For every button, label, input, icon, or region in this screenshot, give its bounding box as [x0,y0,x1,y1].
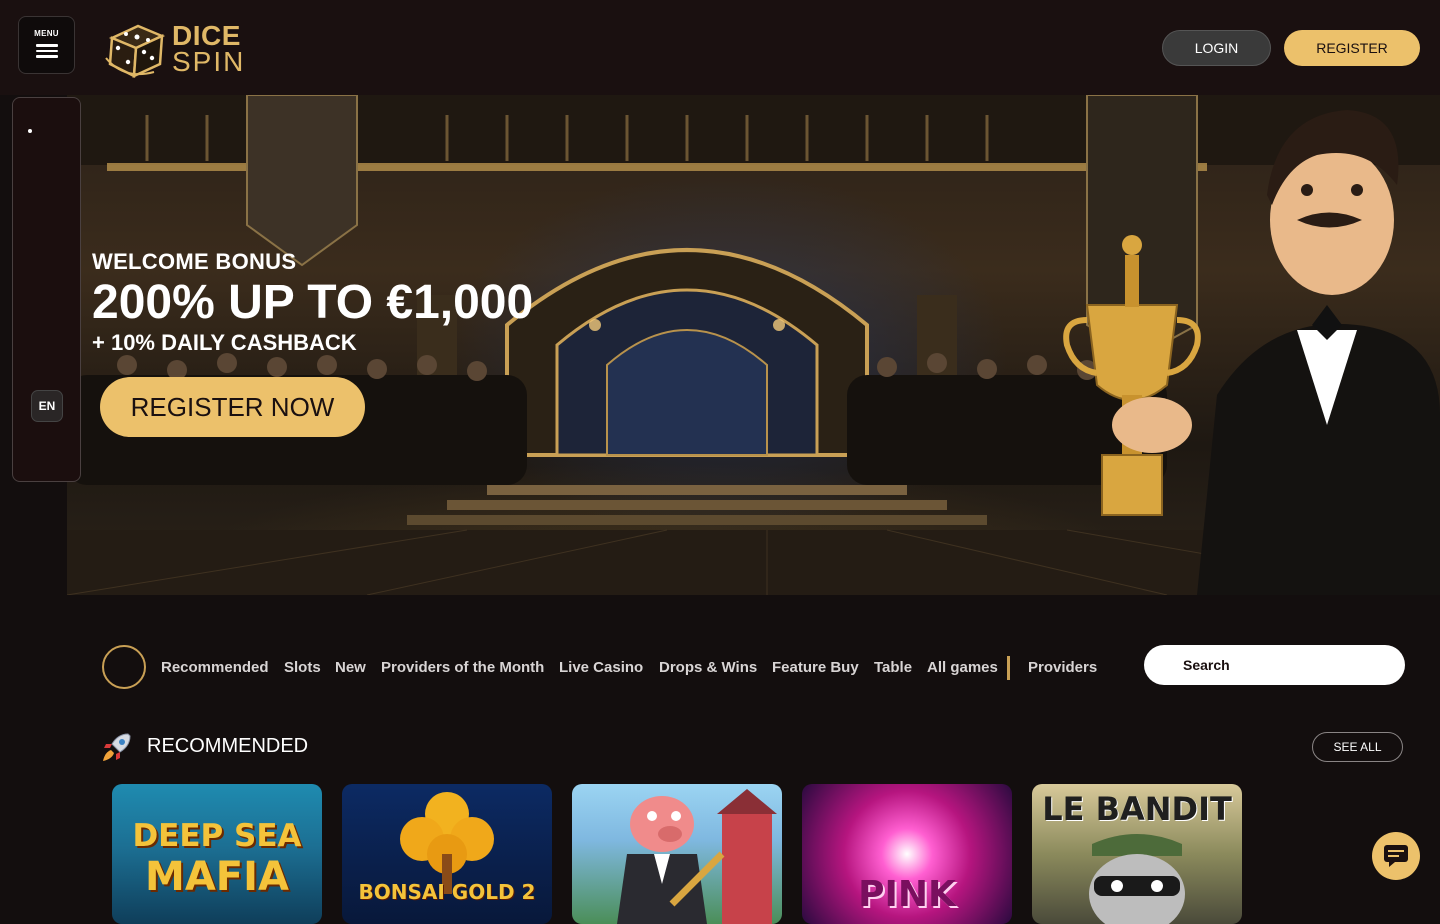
tab-table[interactable]: Table [874,659,912,676]
chat-button[interactable] [1372,832,1420,880]
tab-new[interactable]: New [335,659,366,676]
login-button[interactable]: LOGIN [1162,30,1271,66]
hamburger-icon [35,41,58,61]
bonus-headline: 200% UP TO €1,000 [92,276,534,329]
game-card-le-bandit[interactable]: LE BANDIT [1032,784,1242,924]
tab-providers-of-the-month[interactable]: Providers of the Month [381,659,544,676]
pig-character-art [617,789,777,924]
top-header: MENU DICE SPIN LOGIN REGISTER [0,0,1440,95]
game-title-line1: PINK [858,874,956,915]
game-card-bonsai-gold-2[interactable]: BONSAI GOLD 2 [342,784,552,924]
search-input[interactable] [1144,645,1405,685]
game-title-line2: MAFIA [145,854,289,900]
raccoon-character-art [1089,834,1185,924]
side-panel: EN [12,97,81,482]
language-selector[interactable]: EN [31,390,63,422]
rocket-icon [103,733,131,761]
game-title-line1: DEEP SEA [132,818,302,854]
game-card-pink[interactable]: PINK [802,784,1012,924]
bonus-subline: + 10% DAILY CASHBACK [92,330,357,355]
site-logo[interactable]: DICE SPIN [104,18,245,80]
see-all-button[interactable]: SEE ALL [1312,732,1403,762]
game-card-deep-sea-mafia[interactable]: DEEP SEA MAFIA [112,784,322,924]
bonus-eyebrow: WELCOME BONUS [92,249,297,274]
nav-divider [1007,656,1010,680]
tab-slots[interactable]: Slots [284,659,321,676]
category-nav: Recommended Slots New Providers of the M… [0,620,1440,715]
section-title: RECOMMENDED [147,735,309,757]
recommended-section-header: RECOMMENDED SEE ALL [100,730,1403,764]
tab-providers[interactable]: Providers [1028,659,1097,676]
game-title-line1: BONSAI GOLD 2 [358,880,536,904]
dice-icon [105,24,166,79]
tab-live-casino[interactable]: Live Casino [559,659,643,676]
tab-feature-buy[interactable]: Feature Buy [772,659,859,676]
register-button[interactable]: REGISTER [1284,30,1420,66]
category-home-circle[interactable] [102,645,146,689]
tab-drops-and-wins[interactable]: Drops & Wins [659,659,757,676]
menu-button[interactable]: MENU [18,16,75,74]
game-card-pig-tycoon[interactable] [572,784,782,924]
tab-recommended[interactable]: Recommended [161,659,269,676]
menu-label: MENU [34,29,59,39]
tab-all-games[interactable]: All games [927,659,998,676]
logo-text-spin: SPIN [172,46,246,77]
register-now-button[interactable]: REGISTER NOW [100,377,365,437]
chat-icon [1384,845,1408,867]
side-panel-dot [28,129,32,133]
